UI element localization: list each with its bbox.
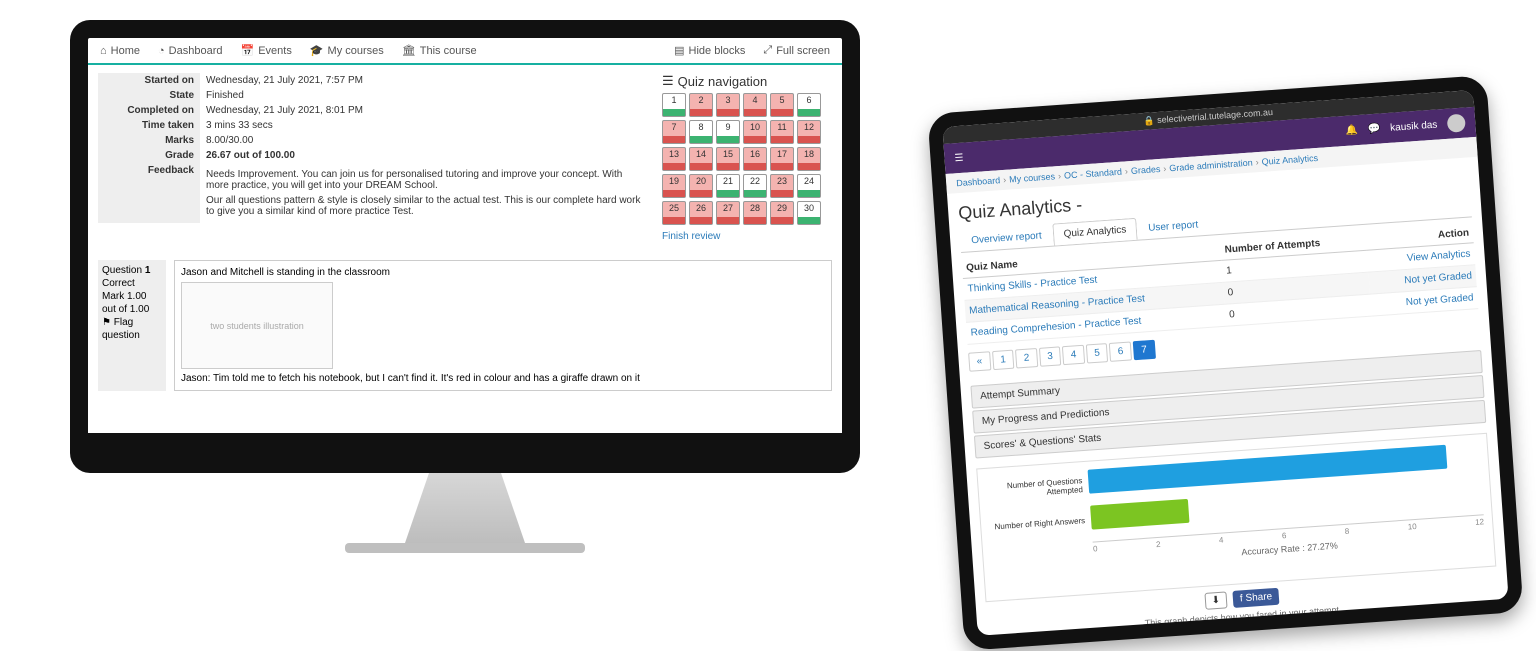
bell-icon[interactable]: 🔔	[1345, 125, 1358, 137]
quiz-nav-12[interactable]: 12	[797, 120, 821, 144]
quiz-nav-19[interactable]: 19	[662, 174, 686, 198]
quiz-nav-11[interactable]: 11	[770, 120, 794, 144]
quiz-nav-2[interactable]: 2	[689, 93, 713, 117]
breadcrumb-item[interactable]: Dashboard	[956, 175, 1001, 188]
question-info: Question 1 Correct Mark 1.00 out of 1.00…	[98, 260, 166, 391]
tab-analytics[interactable]: Quiz Analytics	[1052, 218, 1138, 246]
nav-dashboard[interactable]: ◔Dashboard	[158, 45, 222, 57]
page-7[interactable]: 7	[1133, 340, 1156, 360]
flag-question[interactable]: ⚑ Flag question	[102, 316, 162, 342]
quiz-nav-28[interactable]: 28	[743, 201, 767, 225]
tab-user[interactable]: User report	[1136, 213, 1209, 240]
quiz-nav-22[interactable]: 22	[743, 174, 767, 198]
share-button[interactable]: f Share	[1232, 588, 1279, 608]
quiz-nav-18[interactable]: 18	[797, 147, 821, 171]
quiz-navigation: ☰ Quiz navigation 1234567891011121314151…	[662, 73, 832, 242]
quiz-nav-5[interactable]: 5	[770, 93, 794, 117]
nav-events[interactable]: 📅Events	[240, 44, 291, 57]
chat-icon[interactable]: 💬	[1367, 123, 1380, 135]
quiz-nav-24[interactable]: 24	[797, 174, 821, 198]
columns-icon: ▤	[674, 44, 684, 57]
quiz-nav-10[interactable]: 10	[743, 120, 767, 144]
menu-icon[interactable]: ☰	[954, 152, 964, 164]
quiz-nav-26[interactable]: 26	[689, 201, 713, 225]
quiz-nav-20[interactable]: 20	[689, 174, 713, 198]
quiz-nav-16[interactable]: 16	[743, 147, 767, 171]
calendar-icon: 📅	[240, 44, 254, 57]
chart-bar-1	[1090, 499, 1189, 530]
page-1[interactable]: 1	[992, 350, 1015, 370]
quiz-nav-25[interactable]: 25	[662, 201, 686, 225]
quiz-nav-13[interactable]: 13	[662, 147, 686, 171]
tab-overview[interactable]: Overview report	[960, 224, 1054, 252]
quiz-nav-15[interactable]: 15	[716, 147, 740, 171]
page-2[interactable]: 2	[1015, 348, 1038, 368]
quiz-nav-30[interactable]: 30	[797, 201, 821, 225]
quiz-nav-1[interactable]: 1	[662, 93, 686, 117]
page-5[interactable]: 5	[1086, 343, 1109, 363]
quiz-nav-17[interactable]: 17	[770, 147, 794, 171]
building-icon: 🏛	[402, 44, 416, 57]
quiz-nav-4[interactable]: 4	[743, 93, 767, 117]
chart-bar-0	[1088, 445, 1448, 494]
breadcrumb-item[interactable]: Grades	[1131, 164, 1161, 176]
breadcrumb-item[interactable]: Grade administration	[1169, 158, 1253, 174]
quiz-nav-9[interactable]: 9	[716, 120, 740, 144]
chart-label-0: Number of Questions Attempted	[982, 476, 1083, 501]
nav-hideblocks[interactable]: ▤Hide blocks	[674, 44, 745, 57]
username[interactable]: kausik das	[1390, 119, 1438, 133]
page-«[interactable]: «	[968, 351, 991, 371]
quiz-nav-3[interactable]: 3	[716, 93, 740, 117]
expand-icon: ⤢	[763, 44, 772, 57]
page-3[interactable]: 3	[1039, 346, 1062, 366]
question-content: Jason and Mitchell is standing in the cl…	[174, 260, 832, 391]
finish-review-link[interactable]: Finish review	[662, 231, 832, 242]
quiz-nav-14[interactable]: 14	[689, 147, 713, 171]
quiz-nav-27[interactable]: 27	[716, 201, 740, 225]
quiz-nav-21[interactable]: 21	[716, 174, 740, 198]
question-image: two students illustration	[181, 282, 333, 369]
home-icon: ⌂	[100, 45, 107, 57]
quiz-nav-23[interactable]: 23	[770, 174, 794, 198]
breadcrumb-item[interactable]: My courses	[1009, 171, 1056, 184]
nav-fullscreen[interactable]: ⤢Full screen	[763, 44, 830, 57]
grad-cap-icon: 🎓	[310, 44, 324, 57]
breadcrumb-item[interactable]: OC - Standard	[1064, 167, 1123, 181]
nav-thiscourse[interactable]: 🏛This course	[402, 44, 477, 57]
top-nav: ⌂Home ◔Dashboard 📅Events 🎓My courses 🏛Th…	[88, 38, 842, 65]
breadcrumb-item[interactable]: Quiz Analytics	[1261, 153, 1318, 167]
page-6[interactable]: 6	[1109, 341, 1132, 361]
list-icon: ☰	[662, 73, 674, 89]
gauge-icon: ◔	[158, 45, 165, 57]
quiz-nav-29[interactable]: 29	[770, 201, 794, 225]
nav-mycourses[interactable]: 🎓My courses	[310, 44, 384, 57]
quiz-nav-8[interactable]: 8	[689, 120, 713, 144]
chart-label-1: Number of Right Answers	[985, 516, 1085, 532]
attempt-chart: Number of Questions Attempted Number of …	[976, 433, 1496, 602]
nav-home[interactable]: ⌂Home	[100, 45, 140, 57]
quiz-nav-6[interactable]: 6	[797, 93, 821, 117]
avatar[interactable]	[1447, 114, 1466, 133]
page-4[interactable]: 4	[1062, 345, 1085, 365]
attempt-summary: Started onWednesday, 21 July 2021, 7:57 …	[98, 73, 652, 242]
download-button[interactable]: ⬇	[1204, 591, 1228, 610]
quiz-nav-7[interactable]: 7	[662, 120, 686, 144]
